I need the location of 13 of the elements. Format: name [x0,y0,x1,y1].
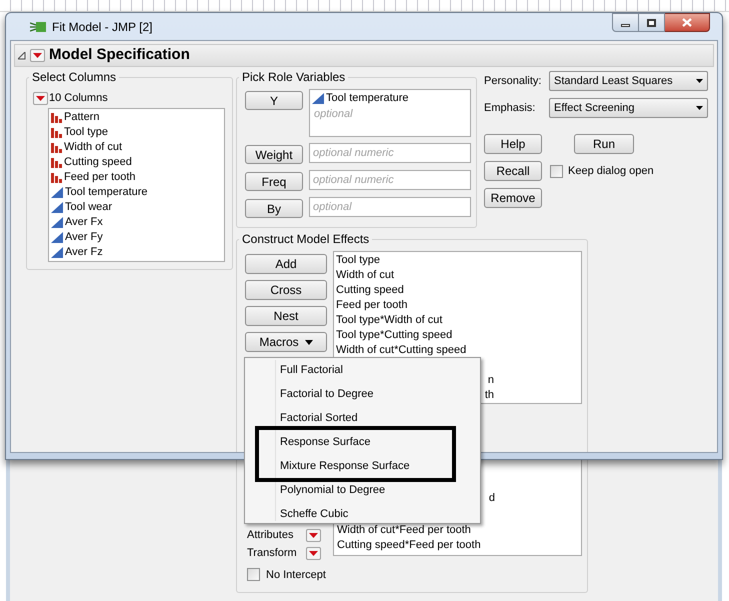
emphasis-label: Emphasis: [484,100,536,116]
window-title: Fit Model - JMP [2] [52,18,152,36]
role-hint: optional [314,107,354,122]
group-title: Pick Role Variables [241,70,346,84]
personality-label: Personality: [484,74,542,89]
no-intercept-label: No Intercept [266,568,326,582]
group-title: Select Columns [31,70,118,84]
attributes-label: Attributes [247,528,294,544]
transform-label: Transform [247,546,298,562]
section-title: Model Specification [49,45,190,66]
group-title: Construct Model Effects [241,232,370,246]
keep-open-label: Keep dialog open [568,164,654,179]
columns-count: 10 Columns [49,91,108,106]
